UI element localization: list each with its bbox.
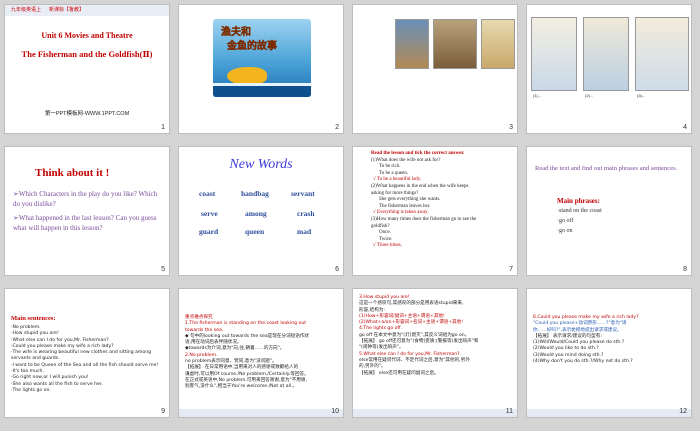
sentences-list: ·No problem. ·How stupid you are! ·What …: [11, 325, 167, 394]
header-grade: 九年级英语上: [11, 7, 42, 13]
slide-number: 1: [161, 124, 165, 131]
unit-title: Unit 6 Movies and Theatre: [41, 31, 133, 40]
slide-thumbnail-2[interactable]: 渔夫和 金鱼的故事 2: [178, 4, 344, 134]
template-url: 第一PPT模板网-WWW.1PPT.COM: [44, 111, 130, 117]
footer-bar: [179, 409, 343, 417]
exercise-instruction: Read the lesson and tick the correct ans…: [371, 151, 465, 156]
exercise-line: √ Three times.: [373, 243, 402, 249]
slide-thumbnail-3[interactable]: 3: [352, 4, 518, 134]
word-serve: serve: [201, 209, 218, 218]
story-cover-image: 渔夫和 金鱼的故事: [213, 19, 311, 97]
phrases-instruction: Read the text and find out main phrases …: [535, 165, 678, 172]
exercise-line: goldfish?: [371, 223, 390, 229]
footer-bar: [353, 409, 517, 417]
exercise-line: asking for more things?: [371, 190, 419, 196]
main-sentences-heading: Main sentences:: [11, 315, 56, 322]
slide-number: 12: [679, 408, 687, 415]
think-title: Think about it !: [35, 167, 110, 179]
slide-thumbnail-6[interactable]: New Words coast handbag servant serve am…: [178, 146, 344, 276]
slide-number: 9: [161, 408, 165, 415]
header-edition: 新课标【鲁教】: [49, 7, 85, 13]
word-handbag: handbag: [241, 189, 269, 198]
slide-number: 8: [683, 266, 687, 273]
story-illustration-5: [583, 17, 629, 91]
cover-title-line2: 金鱼的故事: [227, 41, 277, 52]
slide-thumbnail-11[interactable]: 3.How stupid you are! 这是一个感叹句,其感叹的部分是用表语…: [352, 288, 518, 418]
slide-thumbnail-12[interactable]: 6.Could you please make my wife a rich l…: [526, 288, 692, 418]
slide-thumbnail-5[interactable]: Think about it ! ➢Which Characters in th…: [4, 146, 170, 276]
story-illustration-1: [395, 19, 429, 69]
story-illustration-3: [481, 19, 515, 69]
illustration-caption-1: (1)...: [533, 93, 542, 98]
story-illustration-2: [433, 19, 477, 69]
word-coast: coast: [199, 189, 216, 198]
slide-sorter-grid: 九年级英语上 新课标【鲁教】 Unit 6 Movies and Theatre…: [0, 0, 700, 431]
slide-thumbnail-8[interactable]: Read the text and find out main phrases …: [526, 146, 692, 276]
word-guard: guard: [199, 227, 219, 236]
phrase-item: ·go off: [557, 218, 574, 224]
exercise-line: To be rich.: [379, 164, 401, 170]
wave-illustration: [213, 83, 311, 97]
explanation-text: 重点难点探究 1.The fisherman is standing on th…: [185, 315, 341, 391]
sentence-item: ·The lights go on.: [11, 387, 51, 393]
slide-thumbnail-1[interactable]: 九年级英语上 新课标【鲁教】 Unit 6 Movies and Theatre…: [4, 4, 170, 134]
explanation-text: 6.Could you please make my wife a rich l…: [533, 315, 689, 365]
slide-thumbnail-7[interactable]: Read the lesson and tick the correct ans…: [352, 146, 518, 276]
main-phrases-heading: Main phrases:: [557, 197, 600, 205]
word-among: among: [245, 209, 267, 218]
explanation-line: 【拓展】 else还可用在疑问副词之后。: [359, 370, 439, 376]
story-illustration-4: [531, 17, 577, 91]
exercise-line: √ To be a beautiful lady.: [373, 177, 422, 183]
story-illustration-6: [635, 17, 689, 91]
exercise-line: (2)What happens in the end when the wife…: [371, 184, 469, 189]
exercise-line: (1)What does the wife not ask for?: [371, 157, 441, 163]
illustration-caption-3: (3)...: [637, 93, 646, 98]
exercise-line: √ Everything is taken away.: [373, 210, 429, 216]
lesson-title: The Fisherman and the Goldfish(Ⅱ): [21, 49, 153, 59]
slide-thumbnail-4[interactable]: (1)... (2)... (3)... 4: [526, 4, 692, 134]
explanation-line: (4)Why don't you do sth.?/Why not do sth…: [533, 359, 633, 365]
slide-number: 10: [331, 408, 339, 415]
slide-number: 2: [335, 124, 339, 131]
phrase-item: ·stand on the coast: [557, 208, 602, 214]
exercise-line: Once.: [379, 230, 391, 236]
new-words-title: New Words: [229, 157, 293, 172]
phrase-item: ·go on: [557, 228, 573, 234]
illustration-caption-2: (2)...: [585, 93, 594, 98]
slide-number: 3: [509, 124, 513, 131]
cover-title-line1: 渔夫和: [221, 27, 251, 38]
slide-number: 7: [509, 266, 513, 273]
question-2: ➢What happened in the last lesson? Can y…: [13, 214, 157, 232]
slide-number: 6: [335, 266, 339, 273]
word-mad: mad: [297, 227, 312, 236]
slide-number: 11: [505, 408, 513, 415]
explanation-text: 3.How stupid you are! 这是一个感叹句,其感叹的部分是用表语…: [359, 295, 515, 377]
slide-thumbnail-9[interactable]: Main sentences: ·No problem. ·How stupid…: [4, 288, 170, 418]
question-1: ➢Which Characters in the play do you lik…: [13, 190, 158, 208]
footer-bar: [527, 409, 691, 417]
word-servant: servant: [291, 189, 315, 198]
exercise-line: (3)How many times does the fisherman go …: [371, 217, 477, 222]
slide-number: 5: [161, 266, 165, 273]
word-crash: crash: [297, 209, 315, 218]
word-queen: queen: [245, 227, 265, 236]
slide-number: 4: [683, 124, 687, 131]
exercise-line: She gets everything she wants.: [379, 197, 441, 203]
slide-thumbnail-10[interactable]: 重点难点探究 1.The fisherman is standing on th…: [178, 288, 344, 418]
explanation-line: 别客气,没什么",相当于You're welcome./Not at all.。: [185, 384, 298, 390]
slide-header-bar: 九年级英语上 新课标【鲁教】: [5, 5, 169, 16]
